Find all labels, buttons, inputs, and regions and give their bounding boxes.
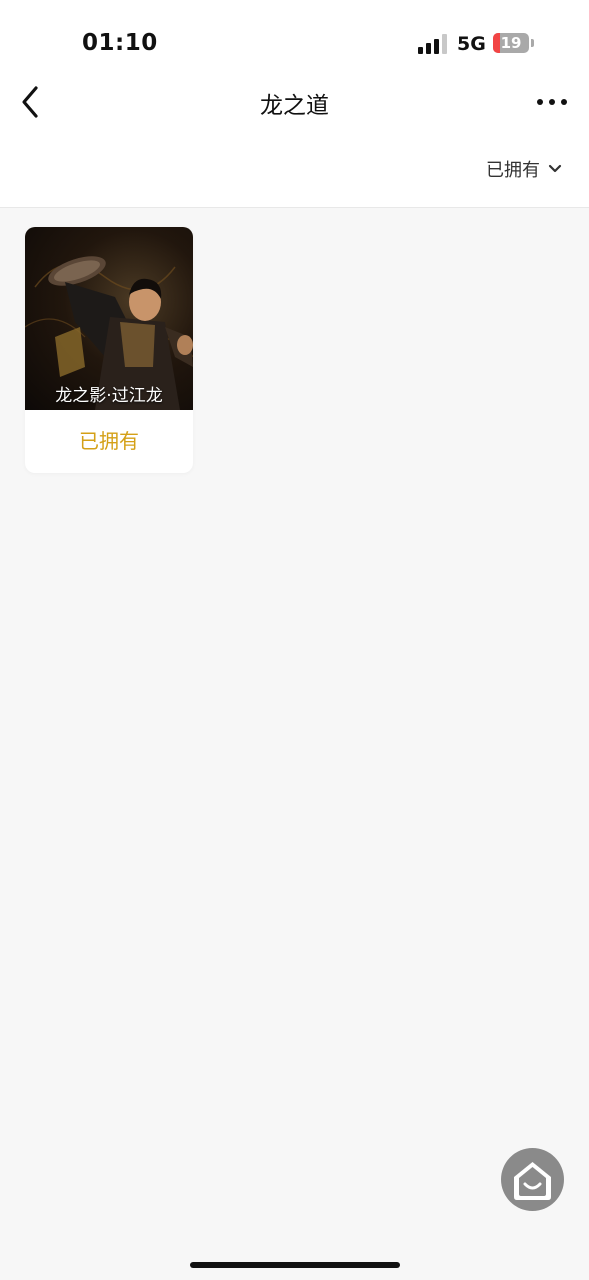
battery-percent: 19 <box>500 34 522 52</box>
skin-card[interactable]: 龙之影·过江龙 已拥有 <box>25 227 193 473</box>
home-icon <box>514 1162 551 1200</box>
more-button[interactable] <box>534 94 570 110</box>
signal-icon <box>418 34 447 54</box>
home-button[interactable] <box>501 1148 564 1211</box>
page-title: 龙之道 <box>260 93 329 119</box>
battery-icon: 19 <box>493 33 529 53</box>
ownership-status: 已拥有 <box>79 429 139 453</box>
header: 01:10 5G 19 龙之道 已拥有 <box>0 0 589 208</box>
filter-label: 已拥有 <box>486 160 540 181</box>
home-indicator <box>190 1262 400 1268</box>
chevron-down-icon <box>548 164 562 173</box>
network-type: 5G <box>457 33 486 55</box>
more-horizontal-icon <box>537 99 567 105</box>
status-time: 01:10 <box>82 30 158 56</box>
skin-name: 龙之影·过江龙 <box>55 386 163 406</box>
nav-bar: 龙之道 <box>0 74 589 130</box>
ownership-filter[interactable]: 已拥有 <box>486 155 562 183</box>
battery-cap <box>531 39 534 47</box>
skin-image: 龙之影·过江龙 <box>25 227 193 410</box>
